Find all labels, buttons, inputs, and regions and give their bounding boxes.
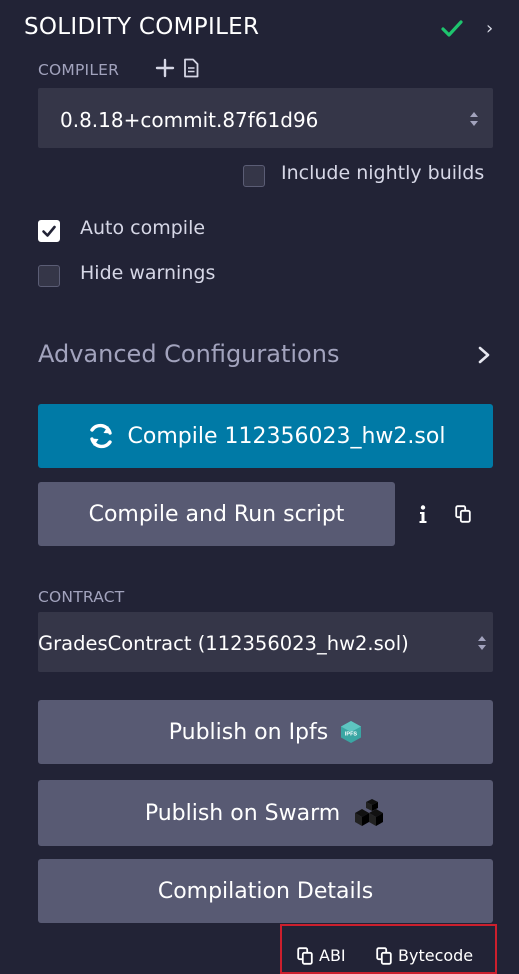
compiler-version-select[interactable]: 0.8.18+commit.87f61d96: [38, 88, 493, 148]
publish-swarm-label: Publish on Swarm: [144, 800, 341, 826]
compilation-details-button[interactable]: Compilation Details: [38, 859, 493, 923]
publish-ipfs-button[interactable]: Publish on Ipfs IPFS: [38, 700, 493, 764]
chevron-right-icon[interactable]: [477, 345, 491, 365]
copy-icon: [376, 946, 392, 965]
panel-title: SOLIDITY COMPILER: [24, 14, 260, 40]
contract-select-value: GradesContract (112356023_hw2.sol): [38, 632, 409, 655]
hide-warnings-label: Hide warnings: [80, 262, 216, 284]
publish-swarm-button[interactable]: Publish on Swarm: [38, 780, 493, 846]
info-icon[interactable]: [418, 505, 428, 525]
include-nightly-checkbox[interactable]: [243, 165, 265, 187]
compilation-details-label: Compilation Details: [157, 878, 374, 904]
auto-compile-label: Auto compile: [80, 217, 206, 239]
compile-success-check-icon: [441, 20, 463, 37]
swarm-logo-icon: [355, 799, 384, 826]
checkmark-icon: [42, 225, 56, 237]
compiler-section-label: COMPILER: [38, 61, 120, 79]
contract-section-label: CONTRACT: [38, 588, 125, 606]
copy-bytecode-button[interactable]: Bytecode: [376, 946, 473, 965]
document-icon[interactable]: [182, 58, 200, 78]
copy-abi-button[interactable]: ABI: [297, 946, 346, 965]
ipfs-logo-icon: IPFS: [341, 721, 362, 743]
select-updown-icon: [470, 112, 478, 126]
copy-icon[interactable]: [455, 505, 471, 523]
abi-label: ABI: [319, 946, 346, 965]
advanced-configurations-toggle[interactable]: Advanced Configurations: [38, 340, 339, 368]
compile-and-run-button[interactable]: Compile and Run script: [38, 482, 395, 546]
add-compiler-icon[interactable]: [155, 58, 175, 78]
sync-icon: [89, 423, 112, 449]
ipfs-badge-text: IPFS: [345, 732, 358, 738]
bytecode-label: Bytecode: [398, 946, 474, 965]
select-updown-icon: [477, 634, 487, 652]
hide-warnings-checkbox[interactable]: [38, 265, 60, 287]
compile-button-label: Compile 112356023_hw2.sol: [127, 423, 446, 449]
chevron-right-icon[interactable]: ›: [486, 18, 493, 39]
contract-select[interactable]: GradesContract (112356023_hw2.sol): [38, 612, 493, 672]
copy-icon: [297, 946, 313, 965]
compile-and-run-label: Compile and Run script: [88, 501, 345, 527]
auto-compile-checkbox[interactable]: [38, 220, 60, 242]
include-nightly-label: Include nightly builds: [281, 162, 485, 184]
compiler-version-value: 0.8.18+commit.87f61d96: [60, 108, 319, 132]
compile-button[interactable]: Compile 112356023_hw2.sol: [38, 404, 493, 468]
publish-ipfs-label: Publish on Ipfs: [168, 719, 329, 745]
